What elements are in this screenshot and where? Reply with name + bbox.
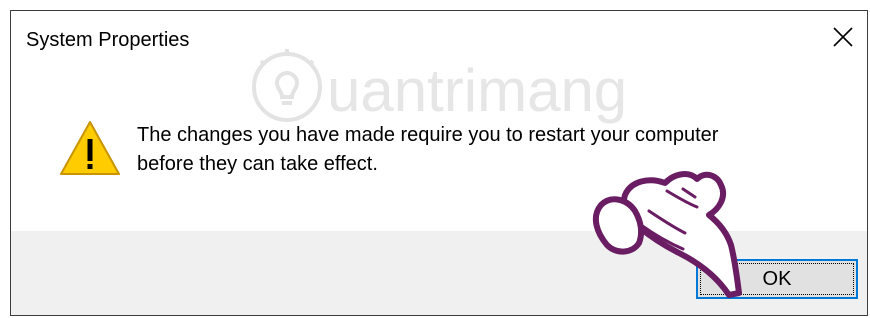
window-title: System Properties [26, 29, 190, 51]
title-bar[interactable]: System Properties [11, 11, 867, 69]
warning-icon [60, 121, 120, 175]
message-line-2: before they can take effect. [137, 153, 378, 175]
ok-button[interactable]: OK [696, 259, 858, 299]
system-properties-dialog: System Properties uantrimang The changes… [10, 10, 868, 316]
close-icon [833, 27, 853, 47]
button-bar: OK [11, 231, 867, 315]
message-text: The changes you have made require you to… [137, 121, 718, 179]
close-button[interactable] [819, 11, 867, 63]
message-line-1: The changes you have made require you to… [137, 124, 719, 146]
